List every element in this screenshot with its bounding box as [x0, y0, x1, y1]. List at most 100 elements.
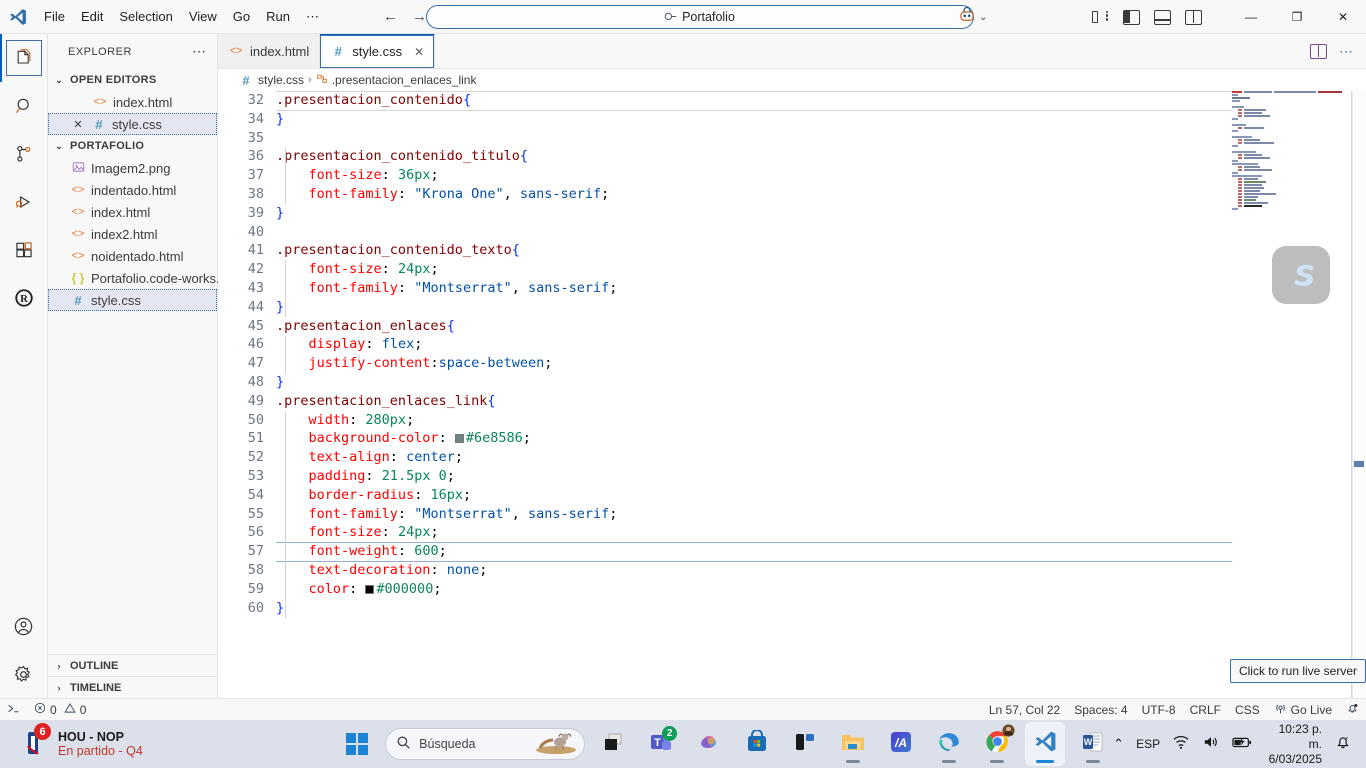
status-encoding[interactable]: UTF-8	[1135, 699, 1183, 721]
language-indicator[interactable]: ESP	[1136, 737, 1160, 751]
minimap[interactable]	[1232, 91, 1352, 698]
taskbar-widget[interactable]: 6 HOU - NOP En partido - Q4	[0, 723, 337, 760]
edge-icon	[937, 729, 962, 759]
system-tray: ⌃ ESP 10:23 p. m. 6/03/2025 z	[1113, 722, 1366, 767]
store-icon	[745, 728, 769, 759]
panel-outline[interactable]: › OUTLINE	[48, 654, 217, 676]
code-line: }	[276, 204, 285, 221]
warning-icon	[64, 702, 76, 717]
line-number: 47	[247, 355, 264, 372]
activity-bar: R	[0, 34, 48, 698]
taskbar-app-google-chrome[interactable]	[977, 722, 1017, 766]
wifi-icon[interactable]	[1172, 734, 1190, 755]
customize-layout-icon[interactable]	[1092, 10, 1109, 25]
file-item-imagem2-png[interactable]: Imagem2.png	[48, 157, 217, 179]
taskbar-app-widgets[interactable]	[785, 722, 825, 766]
menu-selection[interactable]: Selection	[111, 0, 180, 33]
code-editor[interactable]: 32 34 35 36 37 38 39 40 41 42 43 44 45 4…	[218, 91, 1366, 698]
sidebar-item-search[interactable]	[0, 82, 48, 130]
speaker-icon[interactable]	[1202, 734, 1220, 755]
go-back-icon[interactable]: ←	[383, 8, 398, 25]
tab-index-html[interactable]: <> index.html	[218, 34, 321, 68]
accounts-button[interactable]	[0, 602, 48, 650]
taskbar-app-microsoft-edge[interactable]	[929, 722, 969, 766]
code-content[interactable]: .presentacion_contenido{ } .presentacion…	[276, 91, 1366, 698]
windows-start-icon	[345, 732, 369, 756]
taskbar-app-microsoft-teams[interactable]: T 2	[641, 722, 681, 766]
menu-edit[interactable]: Edit	[73, 0, 111, 33]
file-item-index2-html[interactable]: <> index2.html	[48, 223, 217, 245]
taskbar-app-visual-studio-code[interactable]	[1025, 722, 1066, 766]
status-indentation[interactable]: Spaces: 4	[1067, 699, 1134, 721]
close-icon[interactable]: ✕	[414, 45, 424, 59]
sidebar-item-r-extension[interactable]: R	[0, 274, 48, 322]
start-button[interactable]	[337, 722, 377, 766]
color-swatch[interactable]	[454, 434, 464, 444]
maximize-restore-button[interactable]: ❐	[1274, 0, 1320, 34]
taskbar-app-task-view[interactable]	[593, 722, 633, 766]
status-badge[interactable]: 0 0	[27, 699, 93, 721]
menu-more-icon[interactable]: ⋯	[298, 0, 327, 33]
line-number: 41	[247, 242, 264, 259]
manage-settings-button[interactable]	[0, 650, 48, 698]
toggle-secondary-sidebar-icon[interactable]	[1185, 9, 1202, 25]
status-eol[interactable]: CRLF	[1183, 699, 1228, 721]
minimize-button[interactable]: —	[1228, 0, 1274, 34]
accounts-menu[interactable]: ⌄	[958, 6, 987, 29]
menu-run[interactable]: Run	[258, 0, 298, 33]
command-center[interactable]: Portafolio	[426, 5, 974, 29]
code-line: justify-content:space-between;	[308, 355, 553, 372]
file-item-noidentado-html[interactable]: <> noidentado.html	[48, 245, 217, 267]
file-item-indentado-html[interactable]: <> indentado.html	[48, 179, 217, 201]
taskbar-app-microsoft-word[interactable]: W	[1073, 722, 1113, 766]
taskbar-app-file-explorer[interactable]	[833, 722, 873, 766]
editor-scrollbar[interactable]	[1352, 91, 1366, 698]
r-language-icon: R	[7, 281, 41, 315]
menu-go[interactable]: Go	[225, 0, 258, 33]
status-notifications[interactable]	[1339, 699, 1366, 721]
explorer-more-actions-icon[interactable]: ⋯	[192, 43, 207, 60]
go-forward-icon[interactable]: →	[412, 8, 427, 25]
breadcrumb-symbol[interactable]: .presentacion_enlaces_link	[332, 73, 477, 87]
color-swatch[interactable]	[365, 584, 375, 594]
open-editors-header[interactable]: ⌄ OPEN EDITORS	[48, 69, 217, 91]
sidebar-item-extensions[interactable]	[0, 226, 48, 274]
status-language-mode[interactable]: CSS	[1228, 699, 1267, 721]
folder-header-portafolio[interactable]: ⌄ PORTAFOLIO	[48, 135, 217, 157]
breadcrumb-file[interactable]: style.css	[258, 73, 304, 87]
close-icon[interactable]: ✕	[70, 118, 86, 131]
menu-view[interactable]: View	[181, 0, 225, 33]
chevron-up-icon[interactable]: ⌃	[1113, 736, 1124, 752]
more-actions-icon[interactable]: ⋯	[1339, 43, 1354, 60]
file-item-portafolio-code-workspace[interactable]: { } Portafolio.code-works...	[48, 267, 227, 289]
taskbar-app-mega[interactable]: /A	[881, 722, 921, 766]
sidebar-item-explorer[interactable]	[0, 34, 48, 82]
sidebar-bottom-panels: › OUTLINE › TIMELINE	[48, 654, 217, 698]
open-editor-index-html[interactable]: <> index.html	[48, 91, 217, 113]
taskbar-app-microsoft-store[interactable]	[737, 722, 777, 766]
close-button[interactable]: ✕	[1320, 0, 1366, 34]
chevron-right-icon: ›	[308, 74, 312, 86]
sidebar-item-source-control[interactable]	[0, 130, 48, 178]
scrollbar-thumb[interactable]	[1354, 461, 1364, 467]
file-item-index-html[interactable]: <> index.html	[48, 201, 217, 223]
status-go-live[interactable]: Go Live	[1267, 699, 1339, 721]
do-not-disturb-bell-icon[interactable]: z	[1334, 733, 1352, 756]
toggle-panel-icon[interactable]	[1154, 9, 1171, 25]
open-editor-style-css[interactable]: ✕ # style.css	[48, 113, 217, 135]
file-item-style-css[interactable]: # style.css	[48, 289, 217, 311]
menu-file[interactable]: File	[36, 0, 73, 33]
toggle-primary-sidebar-icon[interactable]	[1123, 9, 1140, 25]
search-input[interactable]: Búsqueda	[385, 728, 586, 760]
panel-timeline[interactable]: › TIMELINE	[48, 676, 217, 698]
split-editor-icon[interactable]	[1310, 43, 1327, 59]
status-editor-position[interactable]: Ln 57, Col 22	[982, 699, 1067, 721]
code-line: text-align: center;	[308, 449, 463, 466]
battery-icon[interactable]	[1232, 735, 1252, 754]
status-remote-indicator[interactable]	[0, 699, 27, 721]
clock[interactable]: 10:23 p. m. 6/03/2025	[1264, 722, 1322, 767]
taskbar-app-copilot[interactable]	[689, 722, 729, 766]
line-number: 32	[247, 92, 264, 108]
tab-style-css[interactable]: # style.css ✕	[320, 34, 436, 68]
sidebar-item-run-and-debug[interactable]	[0, 178, 48, 226]
